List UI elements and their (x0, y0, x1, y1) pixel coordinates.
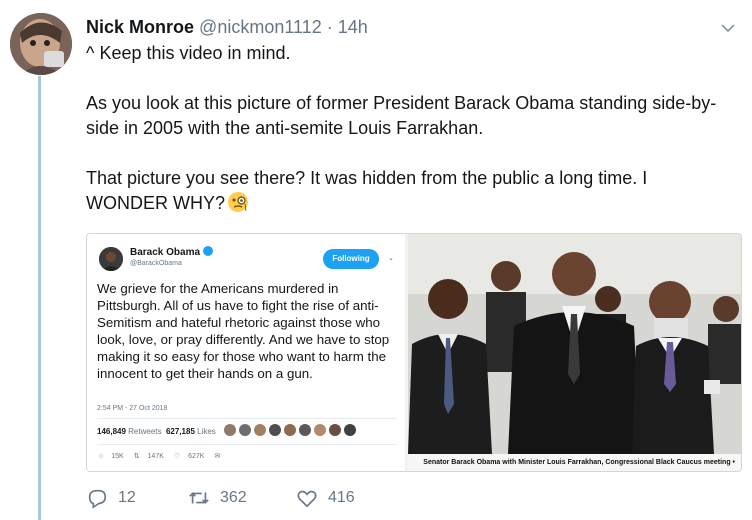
people-photo-illustration (408, 234, 741, 454)
liker-avatar (253, 423, 267, 437)
following-button: Following (323, 249, 379, 269)
embed-retweet-icon: ⇅ (133, 453, 140, 460)
verified-badge-icon (203, 246, 214, 256)
header-separator: · (326, 17, 333, 37)
tweet-line-3: That picture you see there? It was hidde… (86, 168, 648, 213)
embed-stats: 146,849 Retweets 627,185 Likes (97, 427, 216, 436)
liker-avatar (298, 423, 312, 437)
liker-avatar (238, 423, 252, 437)
embed-message-icon: ✉ (214, 453, 221, 460)
embed-reply-icon: ○ (99, 453, 104, 460)
reply-icon (88, 489, 107, 509)
embed-chevron-down-icon: ⌄ (388, 255, 394, 262)
embed-divider (97, 418, 397, 419)
author-handle[interactable]: @nickmon1112 (199, 17, 322, 37)
liker-avatar (223, 423, 237, 437)
tweet-header: Nick Monroe @nickmon1112 · 14h (86, 17, 368, 38)
embed-reply-count: 15K (111, 453, 124, 460)
press-photo: Senator Barack Obama with Minister Louis… (408, 234, 741, 471)
liker-avatar (283, 423, 297, 437)
liker-avatar (268, 423, 282, 437)
thread-line (38, 76, 41, 520)
photo-caption: Senator Barack Obama with Minister Louis… (408, 454, 741, 471)
tweet-action-bar: 12 362 416 (86, 484, 355, 512)
avatar[interactable] (10, 13, 72, 75)
embed-author-handle: @BarackObama (130, 260, 182, 267)
embed-tweet-text: We grieve for the Americans murdered in … (97, 281, 390, 381)
embed-avatar (99, 247, 123, 271)
tweet-timestamp[interactable]: 14h (338, 17, 368, 37)
heart-icon (297, 490, 317, 508)
author-name[interactable]: Nick Monroe (86, 17, 194, 37)
embed-action-bar: ○ 15K ⇅ 147K ♡ 627K ✉ (99, 452, 228, 460)
embed-timestamp: 2:54 PM - 27 Oct 2018 (97, 405, 168, 412)
liker-avatar (343, 423, 357, 437)
like-count: 416 (328, 489, 355, 506)
retweet-count: 362 (220, 489, 247, 506)
embed-divider (97, 444, 397, 445)
chevron-down-icon[interactable] (720, 22, 736, 34)
tweet-line-2: As you look at this picture of former Pr… (86, 93, 717, 138)
embed-author-name: Barack Obama (130, 246, 214, 258)
reply-button[interactable]: 12 (86, 487, 188, 509)
embed-like-icon: ♡ (173, 453, 181, 460)
liker-avatar (313, 423, 327, 437)
tweet-text: ^ Keep this video in mind. As you look a… (86, 41, 726, 216)
reply-count: 12 (118, 489, 136, 506)
tweet-line-1: ^ Keep this video in mind. (86, 43, 291, 63)
liker-avatars (223, 423, 357, 437)
like-button[interactable]: 416 (296, 487, 355, 509)
embed-like-count: 627K (188, 453, 205, 460)
face-with-monocle-emoji (228, 192, 248, 212)
liker-avatar (328, 423, 342, 437)
retweet-button[interactable]: 362 (188, 487, 296, 509)
embedded-tweet-screenshot: Barack Obama @BarackObama Following ⌄ We… (87, 234, 405, 471)
tweet-media[interactable]: Barack Obama @BarackObama Following ⌄ We… (86, 233, 742, 472)
embed-retweet-count: 147K (147, 453, 164, 460)
retweet-icon (189, 492, 209, 504)
